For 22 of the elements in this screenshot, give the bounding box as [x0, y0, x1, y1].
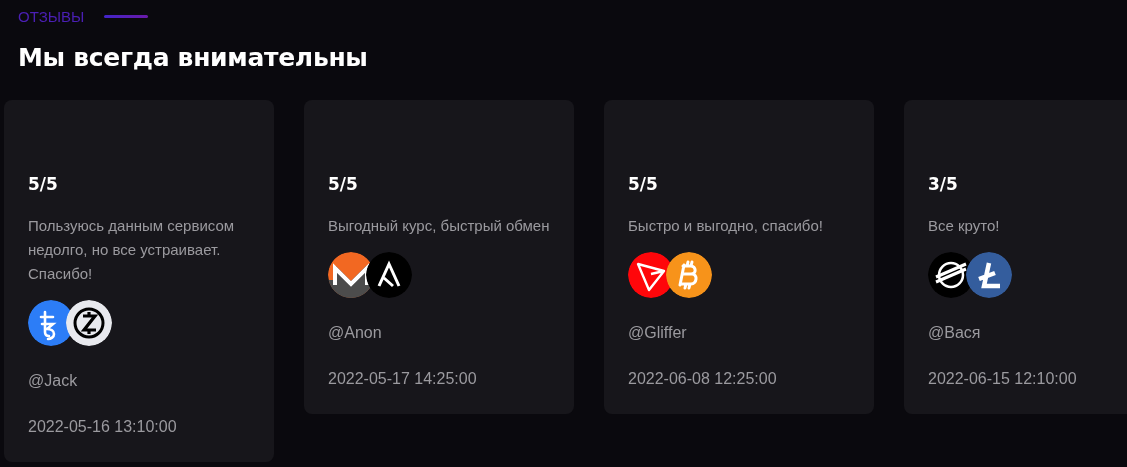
coin-icon — [366, 252, 412, 298]
username: @Вася — [928, 324, 982, 342]
section-label: ОТЗЫВЫ — [18, 8, 85, 25]
username: @Jack — [28, 372, 79, 390]
coin-icon — [966, 252, 1012, 298]
username: @Anon — [328, 324, 383, 342]
section-heading: Мы всегда внимательны — [18, 43, 369, 72]
rating: 5/5 — [28, 174, 59, 194]
username: @Gliffer — [628, 324, 688, 342]
review-text: Выгодный курс, быстрый обмен — [328, 216, 550, 236]
rating: 5/5 — [628, 174, 659, 194]
coin-icon — [66, 300, 112, 346]
review-text: Все круто! — [928, 216, 1001, 236]
review-text: Пользуюсь данным сервисом недолго, но все устраивает. Спасибо! — [28, 216, 236, 284]
review-text: Быстро и выгодно, спасибо! — [628, 216, 824, 236]
review-date: 2022-06-15 12:10:00 — [928, 370, 1078, 388]
coin-icon — [666, 252, 712, 298]
rating: 3/5 — [928, 174, 959, 194]
rating: 5/5 — [328, 174, 359, 194]
review-date: 2022-06-08 12:25:00 — [628, 370, 778, 388]
review-date: 2022-05-17 14:25:00 — [328, 370, 478, 388]
review-date: 2022-05-16 13:10:00 — [28, 418, 178, 436]
